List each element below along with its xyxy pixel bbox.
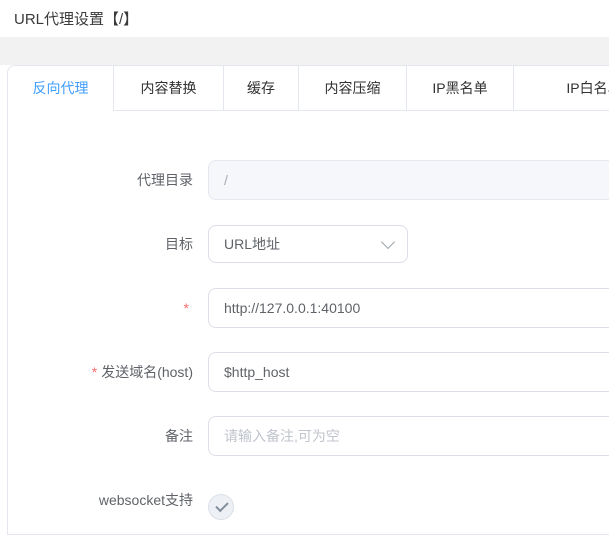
tab-reverse-proxy[interactable]: 反向代理 bbox=[8, 66, 114, 110]
label-text: websocket支持 bbox=[99, 490, 193, 510]
tab-content-compress[interactable]: 内容压缩 bbox=[299, 66, 407, 110]
remark-input[interactable] bbox=[208, 416, 609, 456]
required-asterisk: * bbox=[184, 300, 189, 316]
form-row-proxy-directory: 代理目录 bbox=[8, 160, 609, 200]
target-select[interactable]: URL地址 bbox=[208, 225, 408, 263]
tab-bar: 反向代理 内容替换 缓存 内容压缩 IP黑名单 IP白名单 bbox=[8, 66, 609, 111]
label-text: 代理目录 bbox=[137, 170, 193, 190]
send-host-label: * 发送域名(host) bbox=[8, 362, 193, 382]
remark-label: 备注 bbox=[8, 426, 193, 446]
header-divider bbox=[0, 37, 609, 65]
tab-cache[interactable]: 缓存 bbox=[224, 66, 299, 110]
page-title: URL代理设置【/】 bbox=[14, 8, 138, 29]
form-row-target-url: * bbox=[8, 288, 609, 328]
reverse-proxy-form: 代理目录 目标 URL地址 * bbox=[8, 111, 609, 520]
tab-content-replace[interactable]: 内容替换 bbox=[114, 66, 224, 110]
target-url-label: * bbox=[8, 300, 193, 316]
tab-label: 反向代理 bbox=[33, 78, 89, 98]
websocket-checkbox[interactable] bbox=[208, 494, 234, 520]
tab-label: IP白名单 bbox=[566, 78, 609, 98]
tab-ip-blacklist[interactable]: IP黑名单 bbox=[407, 66, 514, 110]
required-asterisk: * bbox=[92, 364, 97, 380]
websocket-label: websocket支持 bbox=[8, 490, 193, 510]
label-text: 发送域名(host) bbox=[101, 362, 193, 382]
tab-label: IP黑名单 bbox=[432, 78, 487, 98]
chevron-down-icon bbox=[381, 234, 395, 248]
tab-label: 内容替换 bbox=[141, 78, 197, 98]
form-row-remark: 备注 bbox=[8, 416, 609, 456]
settings-card: 反向代理 内容替换 缓存 内容压缩 IP黑名单 IP白名单 代理目录 bbox=[7, 65, 609, 535]
target-label: 目标 bbox=[8, 234, 193, 254]
page-header: URL代理设置【/】 bbox=[0, 0, 609, 37]
tab-ip-whitelist[interactable]: IP白名单 bbox=[514, 66, 609, 110]
form-row-send-host: * 发送域名(host) bbox=[8, 352, 609, 392]
form-row-target: 目标 URL地址 bbox=[8, 224, 609, 264]
proxy-directory-input bbox=[208, 160, 609, 200]
target-url-input[interactable] bbox=[208, 288, 609, 328]
proxy-directory-label: 代理目录 bbox=[8, 170, 193, 190]
label-text: 目标 bbox=[165, 234, 193, 254]
target-select-value: URL地址 bbox=[224, 234, 280, 254]
tab-label: 内容压缩 bbox=[325, 78, 381, 98]
send-host-input[interactable] bbox=[208, 352, 609, 392]
label-text: 备注 bbox=[165, 426, 193, 446]
tab-label: 缓存 bbox=[247, 78, 275, 98]
form-row-websocket: websocket支持 bbox=[8, 480, 609, 520]
